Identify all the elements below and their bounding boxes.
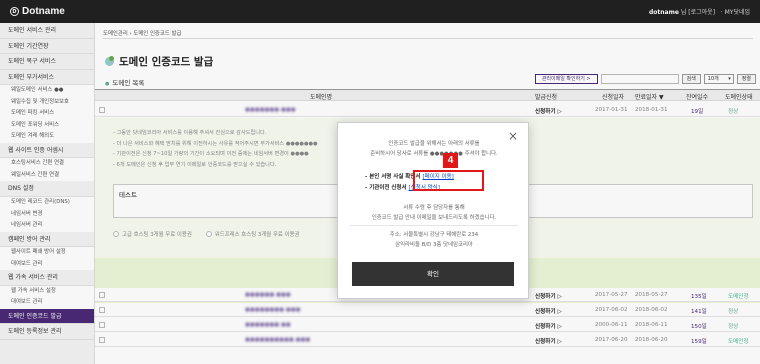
confirm-button[interactable]: 확인 <box>352 262 514 286</box>
step-number-badge: 4 <box>443 153 458 168</box>
doc-label: - 기관이전 신청서 <box>365 185 407 191</box>
address-line: 삼익라비돌 B/D 3층 닷네임코리아 <box>395 241 473 248</box>
auth-code-modal: × 인증코드 발급을 위해서는 아래의 서류를 준비하시어 당사로 서류를 ●●… <box>337 122 529 299</box>
modal-info-line: 서류 수령 후 담당자를 통해 <box>403 205 465 211</box>
modal-intro-line: 인증코드 발급을 위해서는 아래의 서류를 <box>388 141 480 147</box>
modal-info-line: 인증코드 발급 안내 이메일을 보내드리도록 하겠습니다. <box>371 214 497 221</box>
modal-intro-line: 준비하시어 당사로 서류를 ●●●●●●● 주셔야 합니다. <box>370 150 498 157</box>
modal-address: 주소: 서울특별시 강남구 테헤란로 234 삼익라비돌 B/D 3층 닷네임코… <box>338 231 530 250</box>
address-line: 주소: 서울특별시 강남구 테헤란로 234 <box>389 232 479 238</box>
modal-info: 서류 수령 후 담당자를 통해 인증코드 발급 안내 이메일을 보내드리도록 하… <box>338 204 530 223</box>
modal-intro: 인증코드 발급을 위해서는 아래의 서류를 준비하시어 당사로 서류를 ●●●●… <box>338 140 530 159</box>
divider <box>350 225 518 226</box>
highlight-box <box>413 170 484 191</box>
